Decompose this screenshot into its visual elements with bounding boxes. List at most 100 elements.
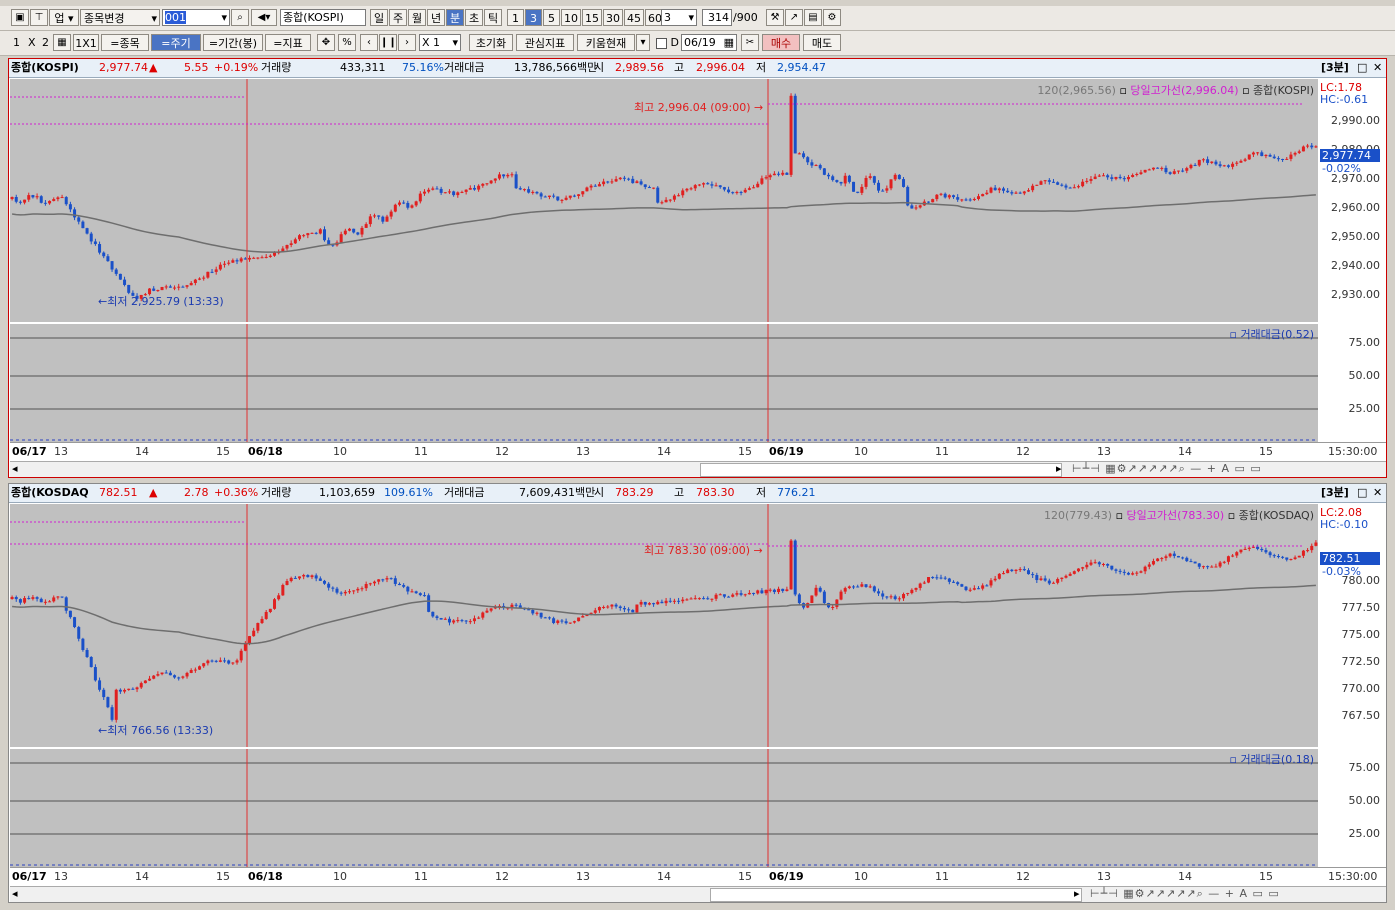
- date-checkbox[interactable]: D: [656, 34, 679, 51]
- price-plot[interactable]: 최고 2,996.04 (09:00) → ←최저 2,925.79 (13:33…: [10, 79, 1318, 322]
- header-pct: +0.19%: [214, 61, 259, 74]
- zoom-select[interactable]: X 1 ▾: [419, 34, 461, 51]
- chart-scrollbar[interactable]: ◂ ▸ ⊢┴⊣ ▦⚙↗↗↗↗↗⌕ — + A ▭ ▭: [10, 461, 1386, 477]
- candle-body: [356, 588, 360, 591]
- code-input[interactable]: 001 ▾: [162, 9, 230, 26]
- kiwoom-now-button[interactable]: 키움현재: [577, 34, 635, 51]
- candle-body: [123, 689, 127, 692]
- candle-body: [485, 183, 489, 185]
- scroll-thumb[interactable]: [710, 888, 1082, 902]
- sound-icon[interactable]: ◀▾: [251, 9, 277, 26]
- percent-icon[interactable]: %: [338, 34, 356, 51]
- bars-input[interactable]: 314: [702, 9, 732, 26]
- period-button[interactable]: 틱: [484, 9, 502, 26]
- volume-plot[interactable]: ▫ 거래대금(0.52): [10, 324, 1318, 442]
- candle-body: [947, 578, 951, 582]
- candle-body: [677, 195, 681, 197]
- candle-body: [568, 622, 572, 624]
- candle-body: [652, 603, 656, 605]
- candle-body: [1060, 184, 1064, 186]
- arrow-right-icon: →: [754, 101, 764, 114]
- period-button[interactable]: 초: [465, 9, 483, 26]
- minute-button[interactable]: 45: [624, 9, 644, 26]
- candle-body: [223, 660, 227, 662]
- minute-button[interactable]: 30: [603, 9, 623, 26]
- candle-body: [148, 678, 152, 681]
- close-icon[interactable]: ✕: [1373, 59, 1382, 77]
- index-name-field[interactable]: 종합(KOSPI): [280, 9, 366, 26]
- header-amt: 13,786,566백만: [514, 61, 598, 74]
- candle-body: [1297, 555, 1301, 558]
- save-icon[interactable]: ▤: [804, 9, 822, 26]
- scroll-right-icon[interactable]: ▸: [1074, 887, 1080, 900]
- candle-body: [414, 591, 418, 594]
- next-icon[interactable]: ›: [398, 34, 416, 51]
- bars-total: /900: [733, 11, 758, 24]
- close-icon[interactable]: ✕: [1373, 484, 1382, 502]
- candle-body: [1172, 171, 1176, 174]
- watch-indicator-button[interactable]: 관심지표: [516, 34, 574, 51]
- same-indicator-button[interactable]: =지표: [265, 34, 311, 51]
- window-icon[interactable]: ▣: [11, 9, 29, 26]
- price-plot[interactable]: 최고 783.30 (09:00) → ←최저 766.56 (13:33) 120…: [10, 504, 1318, 747]
- period-button[interactable]: 일: [370, 9, 388, 26]
- search-icon[interactable]: ⌕: [231, 9, 249, 26]
- candle-body: [1185, 168, 1189, 171]
- candle-body: [627, 178, 631, 180]
- period-button[interactable]: 월: [408, 9, 426, 26]
- candle-body: [143, 680, 147, 684]
- pause-icon[interactable]: ❙❙: [379, 34, 397, 51]
- tools-icon[interactable]: ⚒: [766, 9, 784, 26]
- candle-body: [1197, 563, 1201, 567]
- layout-1[interactable]: 1: [13, 34, 20, 51]
- same-period-button[interactable]: =주기: [151, 34, 201, 51]
- candle-body: [914, 207, 918, 209]
- period-button[interactable]: 분: [446, 9, 464, 26]
- chevron-down-icon[interactable]: ▾: [636, 34, 650, 51]
- grid-icon[interactable]: ▦: [53, 34, 71, 51]
- chart-tools-icons[interactable]: ⊢┴⊣ ▦⚙↗↗↗↗↗⌕ — + A ▭ ▭: [1072, 462, 1262, 476]
- layout-2[interactable]: 2: [42, 34, 49, 51]
- market-select[interactable]: 업 ▾: [49, 9, 79, 26]
- sell-button[interactable]: 매도: [803, 34, 841, 51]
- header-arrow: ▲: [149, 61, 158, 74]
- period-button[interactable]: 년: [427, 9, 445, 26]
- candle-body: [1197, 159, 1201, 166]
- trend-icon[interactable]: ↗: [785, 9, 803, 26]
- buy-button[interactable]: 매수: [762, 34, 800, 51]
- prev-icon[interactable]: ‹: [360, 34, 378, 51]
- chart-tools-icons[interactable]: ⊢┴⊣ ▦⚙↗↗↗↗↗⌕ — + A ▭ ▭: [1090, 887, 1280, 901]
- grid-1x1-button[interactable]: 1X1: [73, 34, 99, 51]
- candle-body: [714, 185, 718, 187]
- candle-body: [502, 174, 506, 177]
- candle-body: [577, 617, 581, 622]
- date-input[interactable]: 06/19 ▦: [681, 34, 737, 51]
- maximize-icon[interactable]: □: [1357, 59, 1367, 77]
- scroll-left-icon[interactable]: ◂: [12, 887, 18, 900]
- scroll-right-icon[interactable]: ▸: [1056, 462, 1062, 475]
- scroll-left-icon[interactable]: ◂: [12, 462, 18, 475]
- volume-plot[interactable]: ▫ 거래대금(0.18): [10, 749, 1318, 867]
- scroll-thumb[interactable]: [700, 463, 1062, 477]
- candle-body: [1206, 159, 1210, 163]
- stock-change-select[interactable]: 종목변경 ▾: [80, 9, 160, 26]
- pin-icon[interactable]: ⊤: [30, 9, 48, 26]
- scissors-icon[interactable]: ✂: [741, 34, 759, 51]
- minute-button[interactable]: 3: [525, 9, 542, 26]
- move-icon[interactable]: ✥: [317, 34, 335, 51]
- volume-tick: 75.00: [1348, 336, 1381, 349]
- same-range-button[interactable]: =기간(봉): [203, 34, 263, 51]
- period-button[interactable]: 주: [389, 9, 407, 26]
- reset-button[interactable]: 초기화: [469, 34, 513, 51]
- gear-icon[interactable]: ⚙: [823, 9, 841, 26]
- count-input[interactable]: 3 ▾: [661, 9, 697, 26]
- layout-x[interactable]: X: [28, 34, 36, 51]
- minute-button[interactable]: 10: [561, 9, 581, 26]
- candle-body: [1093, 176, 1097, 180]
- minute-button[interactable]: 15: [582, 9, 602, 26]
- maximize-icon[interactable]: □: [1357, 484, 1367, 502]
- chart-scrollbar[interactable]: ◂ ▸ ⊢┴⊣ ▦⚙↗↗↗↗↗⌕ — + A ▭ ▭: [10, 886, 1386, 902]
- minute-button[interactable]: 1: [507, 9, 524, 26]
- minute-button[interactable]: 5: [543, 9, 560, 26]
- same-stock-button[interactable]: =종목: [101, 34, 149, 51]
